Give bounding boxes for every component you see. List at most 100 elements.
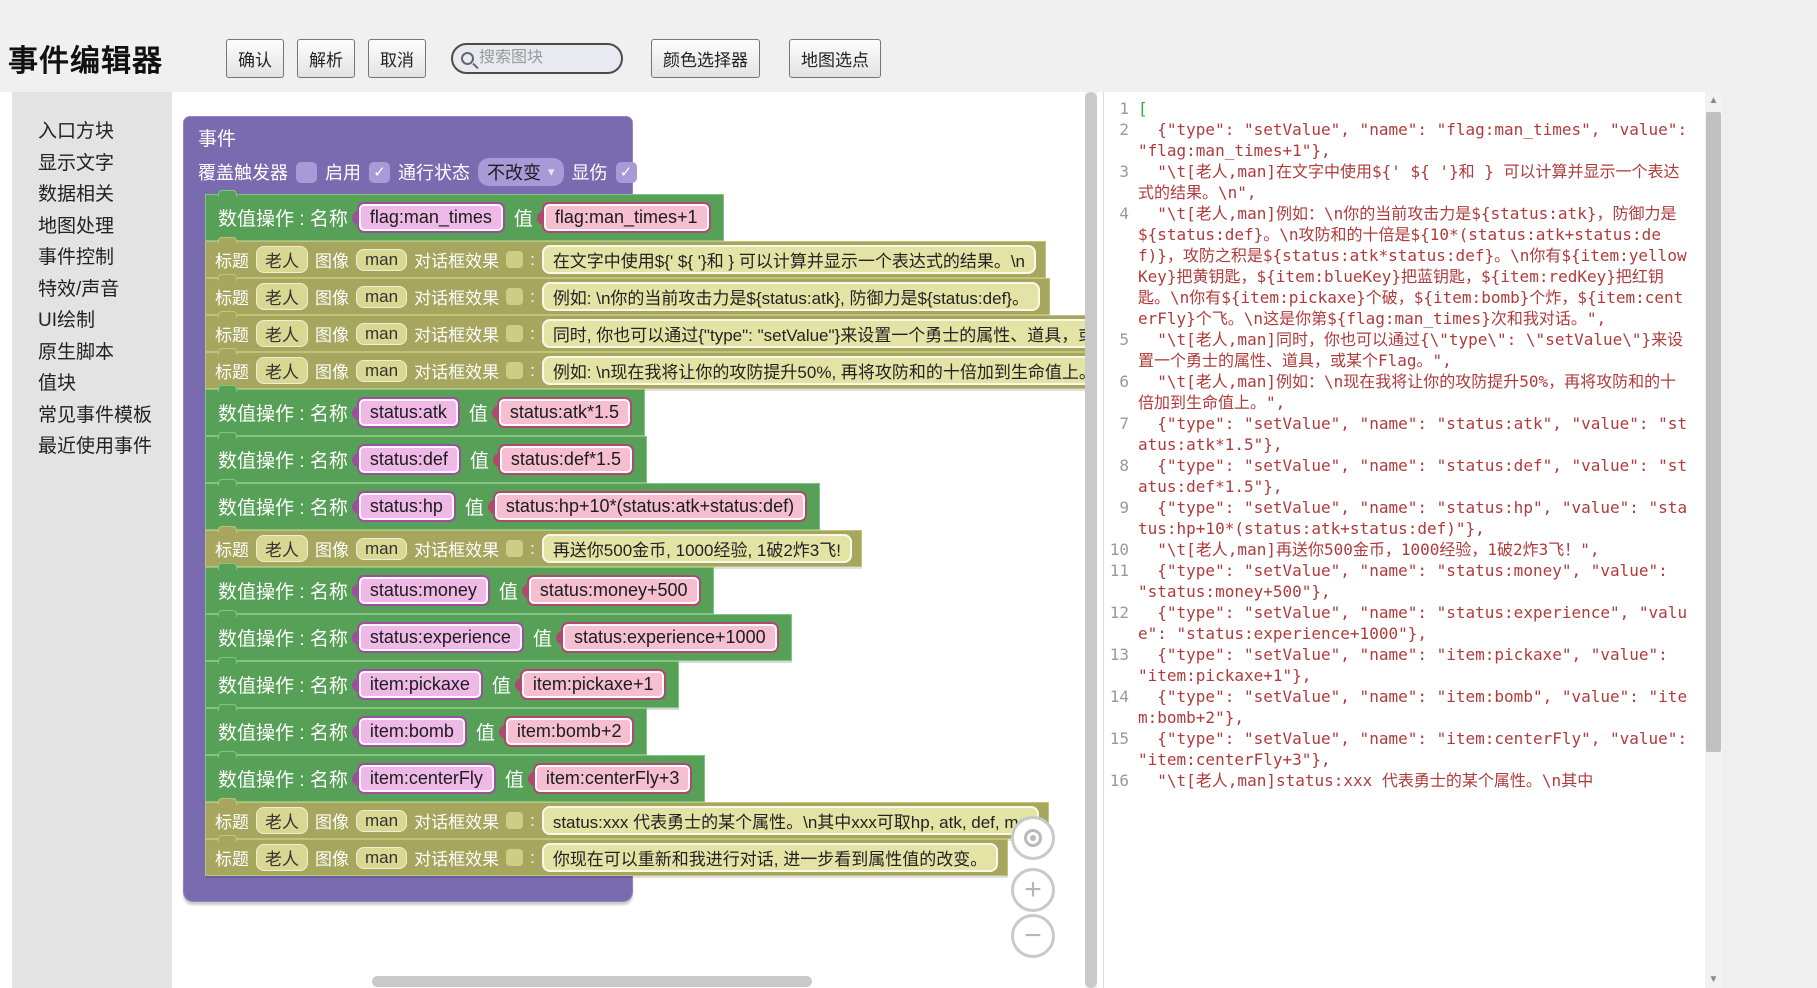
value-name-chip[interactable]: status:experience [357,622,524,653]
trigger-checkbox[interactable] [296,162,317,183]
value-name-chip[interactable]: status:atk [357,397,460,428]
code-line[interactable]: 12 {"type": "setValue", "name": "status:… [1104,602,1705,644]
search-input[interactable] [479,49,599,67]
speaker-image-chip[interactable]: man [356,360,407,382]
dialog-text-block[interactable]: 标题老人图像man对话框效果:在文字中使用${' ${ '}和 } 可以计算并显… [205,241,1046,278]
sidebar-item-7[interactable]: 原生脚本 [38,337,172,369]
sidebar-item-6[interactable]: UI绘制 [38,305,172,337]
value-expr-chip[interactable]: item:bomb+2 [504,716,635,747]
setvalue-block[interactable]: 数值操作 : 名称status:money值status:money+500 [205,567,714,614]
value-name-chip[interactable]: item:centerFly [357,763,496,794]
sidebar-item-4[interactable]: 事件控制 [38,242,172,274]
value-expr-chip[interactable]: item:pickaxe+1 [520,669,667,700]
code-line[interactable]: 2 {"type": "setValue", "name": "flag:man… [1104,119,1705,161]
value-name-chip[interactable]: item:pickaxe [357,669,483,700]
zoom-reset-button[interactable] [1011,816,1055,860]
sidebar-item-2[interactable]: 数据相关 [38,179,172,211]
event-block-header[interactable]: 事件 覆盖触发器 启用 ✓ 通行状态 不改变 ▾ 显伤 ✓ [183,116,633,194]
value-expr-chip[interactable]: status:def*1.5 [498,444,634,475]
value-expr-chip[interactable]: item:centerFly+3 [533,763,693,794]
dialog-text-field[interactable]: status:xxx 代表勇士的某个属性。\n其中xxx可取hp, atk, d… [542,806,1039,835]
code-line[interactable]: 13 {"type": "setValue", "name": "item:pi… [1104,644,1705,686]
dialog-text-block[interactable]: 标题老人图像man对话框效果:同时, 你也可以通过{"type": "setVa… [205,315,1097,352]
scroll-down-arrow-icon[interactable]: ▼ [1705,971,1722,988]
setvalue-block[interactable]: 数值操作 : 名称flag:man_times值flag:man_times+1 [205,194,724,241]
dialog-text-block[interactable]: 标题老人图像man对话框效果:例如: \n现在我将让你的攻防提升50%, 再将攻… [205,352,1097,389]
sidebar-item-5[interactable]: 特效/声音 [38,274,172,306]
value-expr-chip[interactable]: status:experience+1000 [561,622,779,653]
code-line[interactable]: 15 {"type": "setValue", "name": "item:ce… [1104,728,1705,770]
code-line[interactable]: 11 {"type": "setValue", "name": "status:… [1104,560,1705,602]
setvalue-block[interactable]: 数值操作 : 名称status:def值status:def*1.5 [205,436,647,483]
value-expr-chip[interactable]: status:money+500 [527,575,701,606]
tile-search-box[interactable] [451,43,623,74]
setvalue-block[interactable]: 数值操作 : 名称item:bomb值item:bomb+2 [205,708,647,755]
sidebar-item-9[interactable]: 常见事件模板 [38,400,172,432]
dialog-effect-box[interactable] [506,325,523,342]
setvalue-block[interactable]: 数值操作 : 名称item:pickaxe值item:pickaxe+1 [205,661,679,708]
code-vertical-scrollbar[interactable]: ▲ ▼ [1705,92,1722,988]
value-name-chip[interactable]: status:def [357,444,461,475]
speaker-image-chip[interactable]: man [356,810,407,832]
canvas-vertical-scrollbar[interactable] [1085,92,1097,988]
speaker-title-chip[interactable]: 老人 [256,357,308,384]
speaker-title-chip[interactable]: 老人 [256,320,308,347]
cancel-button[interactable]: 取消 [368,39,426,78]
code-line[interactable]: 4 "\t[老人,man]例如：\n你的当前攻击力是${status:atk}，… [1104,203,1705,329]
value-expr-chip[interactable]: flag:man_times+1 [542,202,711,233]
enabled-checkbox[interactable]: ✓ [369,162,390,183]
dialog-effect-box[interactable] [506,812,523,829]
code-line[interactable]: 14 {"type": "setValue", "name": "item:bo… [1104,686,1705,728]
speaker-title-chip[interactable]: 老人 [256,246,308,273]
value-name-chip[interactable]: flag:man_times [357,202,505,233]
value-expr-chip[interactable]: status:atk*1.5 [497,397,632,428]
code-line[interactable]: 5 "\t[老人,man]同时，你也可以通过{\"type\": \"setVa… [1104,329,1705,371]
dialog-text-field[interactable]: 例如: \n你的当前攻击力是${status:atk}, 防御力是${statu… [542,282,1040,311]
dialog-effect-box[interactable] [506,362,523,379]
code-line[interactable]: 8 {"type": "setValue", "name": "status:d… [1104,455,1705,497]
speaker-title-chip[interactable]: 老人 [256,844,308,871]
speaker-image-chip[interactable]: man [356,538,407,560]
speaker-image-chip[interactable]: man [356,249,407,271]
code-editor[interactable]: 1[2 {"type": "setValue", "name": "flag:m… [1103,92,1722,988]
dialog-effect-box[interactable] [506,288,523,305]
speaker-title-chip[interactable]: 老人 [256,807,308,834]
speaker-image-chip[interactable]: man [356,286,407,308]
speaker-title-chip[interactable]: 老人 [256,535,308,562]
confirm-button[interactable]: 确认 [226,39,284,78]
scrollbar-thumb[interactable] [1706,112,1721,752]
speaker-title-chip[interactable]: 老人 [256,283,308,310]
blockly-canvas[interactable]: 事件 覆盖触发器 启用 ✓ 通行状态 不改变 ▾ 显伤 ✓ 数值操作 [172,92,1097,988]
setvalue-block[interactable]: 数值操作 : 名称status:hp值status:hp+10*(status:… [205,483,820,530]
damage-checkbox[interactable]: ✓ [616,162,637,183]
setvalue-block[interactable]: 数值操作 : 名称status:experience值status:experi… [205,614,792,661]
dialog-text-field[interactable]: 你现在可以重新和我进行对话, 进一步看到属性值的改变。 [542,843,998,872]
value-expr-chip[interactable]: status:hp+10*(status:atk+status:def) [493,491,807,522]
sidebar-item-8[interactable]: 值块 [38,368,172,400]
dialog-text-block[interactable]: 标题老人图像man对话框效果:你现在可以重新和我进行对话, 进一步看到属性值的改… [205,839,1008,876]
sidebar-item-1[interactable]: 显示文字 [38,148,172,180]
zoom-in-button[interactable]: + [1011,868,1055,912]
dialog-effect-box[interactable] [506,849,523,866]
color-picker-button[interactable]: 颜色选择器 [651,39,760,78]
code-line[interactable]: 7 {"type": "setValue", "name": "status:a… [1104,413,1705,455]
code-line[interactable]: 1[ [1104,98,1705,119]
dialog-effect-box[interactable] [506,540,523,557]
setvalue-block[interactable]: 数值操作 : 名称item:centerFly值item:centerFly+3 [205,755,705,802]
code-line[interactable]: 16 "\t[老人,man]status:xxx 代表勇士的某个属性。\n其中 [1104,770,1705,791]
code-line[interactable]: 6 "\t[老人,man]例如：\n现在我将让你的攻防提升50%，再将攻防和的十… [1104,371,1705,413]
speaker-image-chip[interactable]: man [356,323,407,345]
code-line[interactable]: 10 "\t[老人,man]再送你500金币，1000经验，1破2炸3飞！", [1104,539,1705,560]
dialog-text-field[interactable]: 例如: \n现在我将让你的攻防提升50%, 再将攻防和的十倍加到生命值上。 [542,356,1097,385]
code-line[interactable]: 3 "\t[老人,man]在文字中使用${' ${ '}和 } 可以计算并显示一… [1104,161,1705,203]
dialog-text-field[interactable]: 同时, 你也可以通过{"type": "setValue"}来设置一个勇士的属性… [542,319,1097,348]
dialog-text-block[interactable]: 标题老人图像man对话框效果:例如: \n你的当前攻击力是${status:at… [205,278,1050,315]
scroll-up-arrow-icon[interactable]: ▲ [1705,92,1722,109]
dialog-effect-box[interactable] [506,251,523,268]
zoom-out-button[interactable]: − [1011,914,1055,958]
scrollbar-thumb[interactable] [1085,92,1097,988]
dialog-text-block[interactable]: 标题老人图像man对话框效果:再送你500金币, 1000经验, 1破2炸3飞! [205,530,862,567]
canvas-horizontal-scrollbar[interactable] [372,976,812,987]
sidebar-item-10[interactable]: 最近使用事件 [38,431,172,463]
parse-button[interactable]: 解析 [297,39,355,78]
